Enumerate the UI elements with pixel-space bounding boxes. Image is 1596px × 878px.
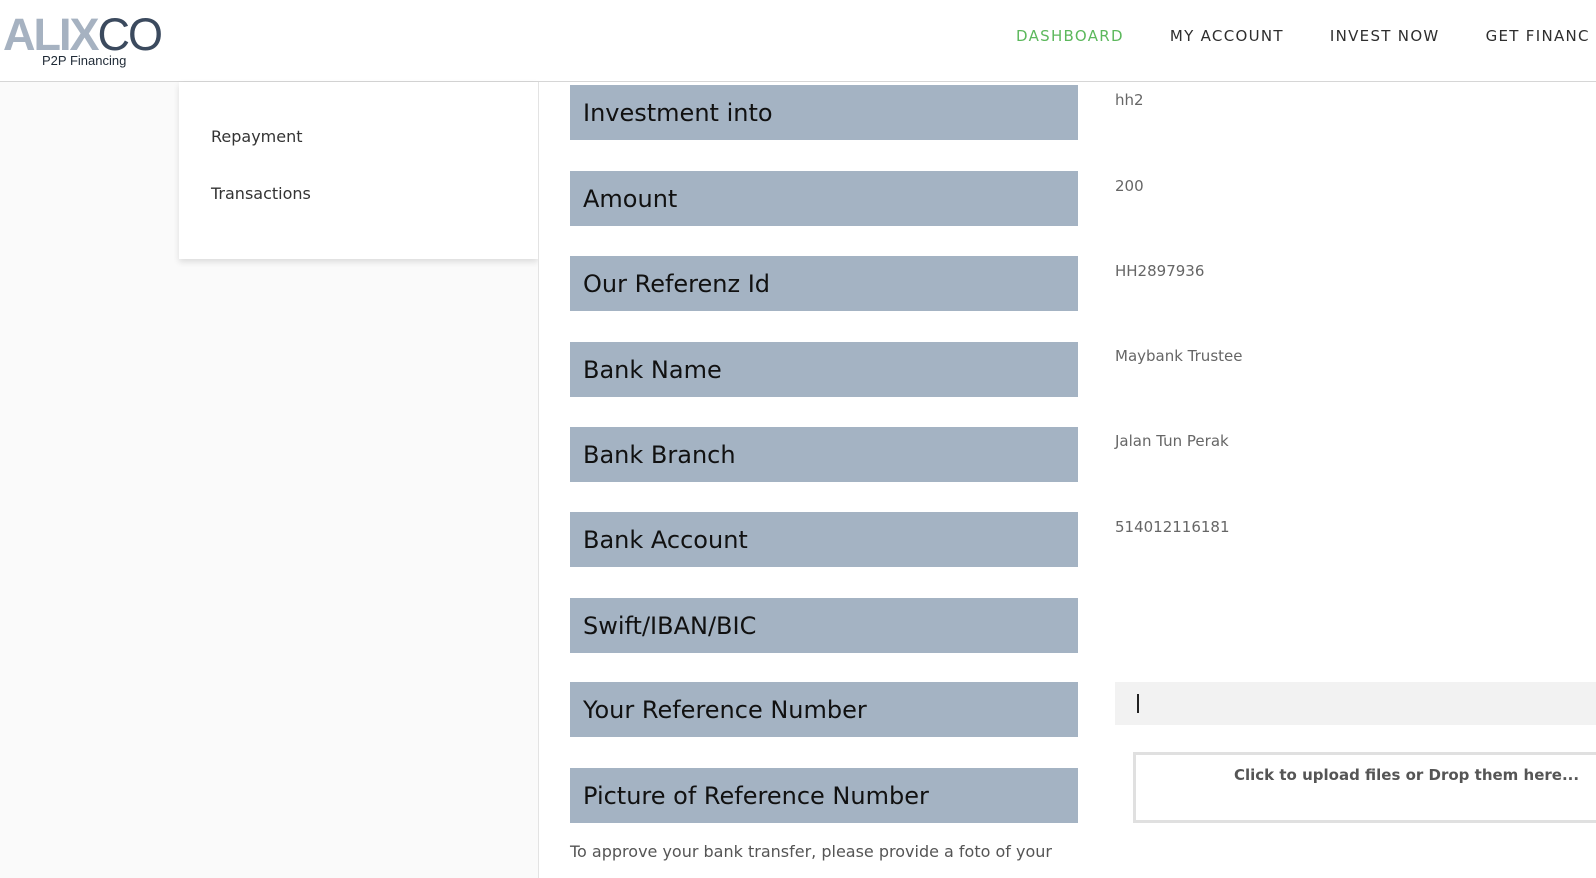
value-bank-branch: Jalan Tun Perak [1115, 432, 1229, 450]
label-bank-name: Bank Name [570, 342, 1078, 397]
bank-transfer-form: Investment into hh2 Amount 200 Our Refer… [538, 82, 1596, 878]
label-our-referenz-id: Our Referenz Id [570, 256, 1078, 311]
label-bank-branch: Bank Branch [570, 427, 1078, 482]
sidebar-menu: Repayment Transactions [179, 82, 538, 259]
value-bank-account: 514012116181 [1115, 518, 1230, 536]
main-nav: DASHBOARD MY ACCOUNT INVEST NOW GET FINA… [1016, 27, 1596, 45]
value-amount: 200 [1115, 177, 1144, 195]
page: ALIXCO P2P Financing DASHBOARD MY ACCOUN… [0, 0, 1596, 878]
value-investment-into: hh2 [1115, 91, 1144, 109]
nav-dashboard[interactable]: DASHBOARD [1016, 27, 1124, 45]
value-our-referenz-id: HH2897936 [1115, 262, 1205, 280]
label-swift-iban-bic: Swift/IBAN/BIC [570, 598, 1078, 653]
nav-my-account[interactable]: MY ACCOUNT [1170, 27, 1284, 45]
logo-wordmark: ALIXCO [3, 12, 163, 58]
label-investment-into: Investment into [570, 85, 1078, 140]
label-bank-account: Bank Account [570, 512, 1078, 567]
dropzone-text: Click to upload files or Drop them here.… [1234, 766, 1580, 784]
nav-invest-now[interactable]: INVEST NOW [1330, 27, 1440, 45]
top-header: ALIXCO P2P Financing DASHBOARD MY ACCOUN… [0, 0, 1596, 82]
help-text: To approve your bank transfer, please pr… [570, 842, 1052, 861]
sidebar-item-repayment[interactable]: Repayment [211, 127, 303, 146]
alixco-logo[interactable]: ALIXCO P2P Financing [3, 12, 173, 70]
value-bank-name: Maybank Trustee [1115, 347, 1243, 365]
your-reference-number-input[interactable] [1115, 682, 1596, 725]
label-your-reference-number: Your Reference Number [570, 682, 1078, 737]
file-upload-dropzone[interactable]: Click to upload files or Drop them here.… [1133, 752, 1596, 823]
sidebar-item-transactions[interactable]: Transactions [211, 184, 311, 203]
label-picture-of-reference-number: Picture of Reference Number [570, 768, 1078, 823]
label-amount: Amount [570, 171, 1078, 226]
logo-subtitle: P2P Financing [42, 53, 127, 68]
text-caret [1137, 694, 1139, 713]
nav-get-financing[interactable]: GET FINANC [1486, 27, 1590, 45]
